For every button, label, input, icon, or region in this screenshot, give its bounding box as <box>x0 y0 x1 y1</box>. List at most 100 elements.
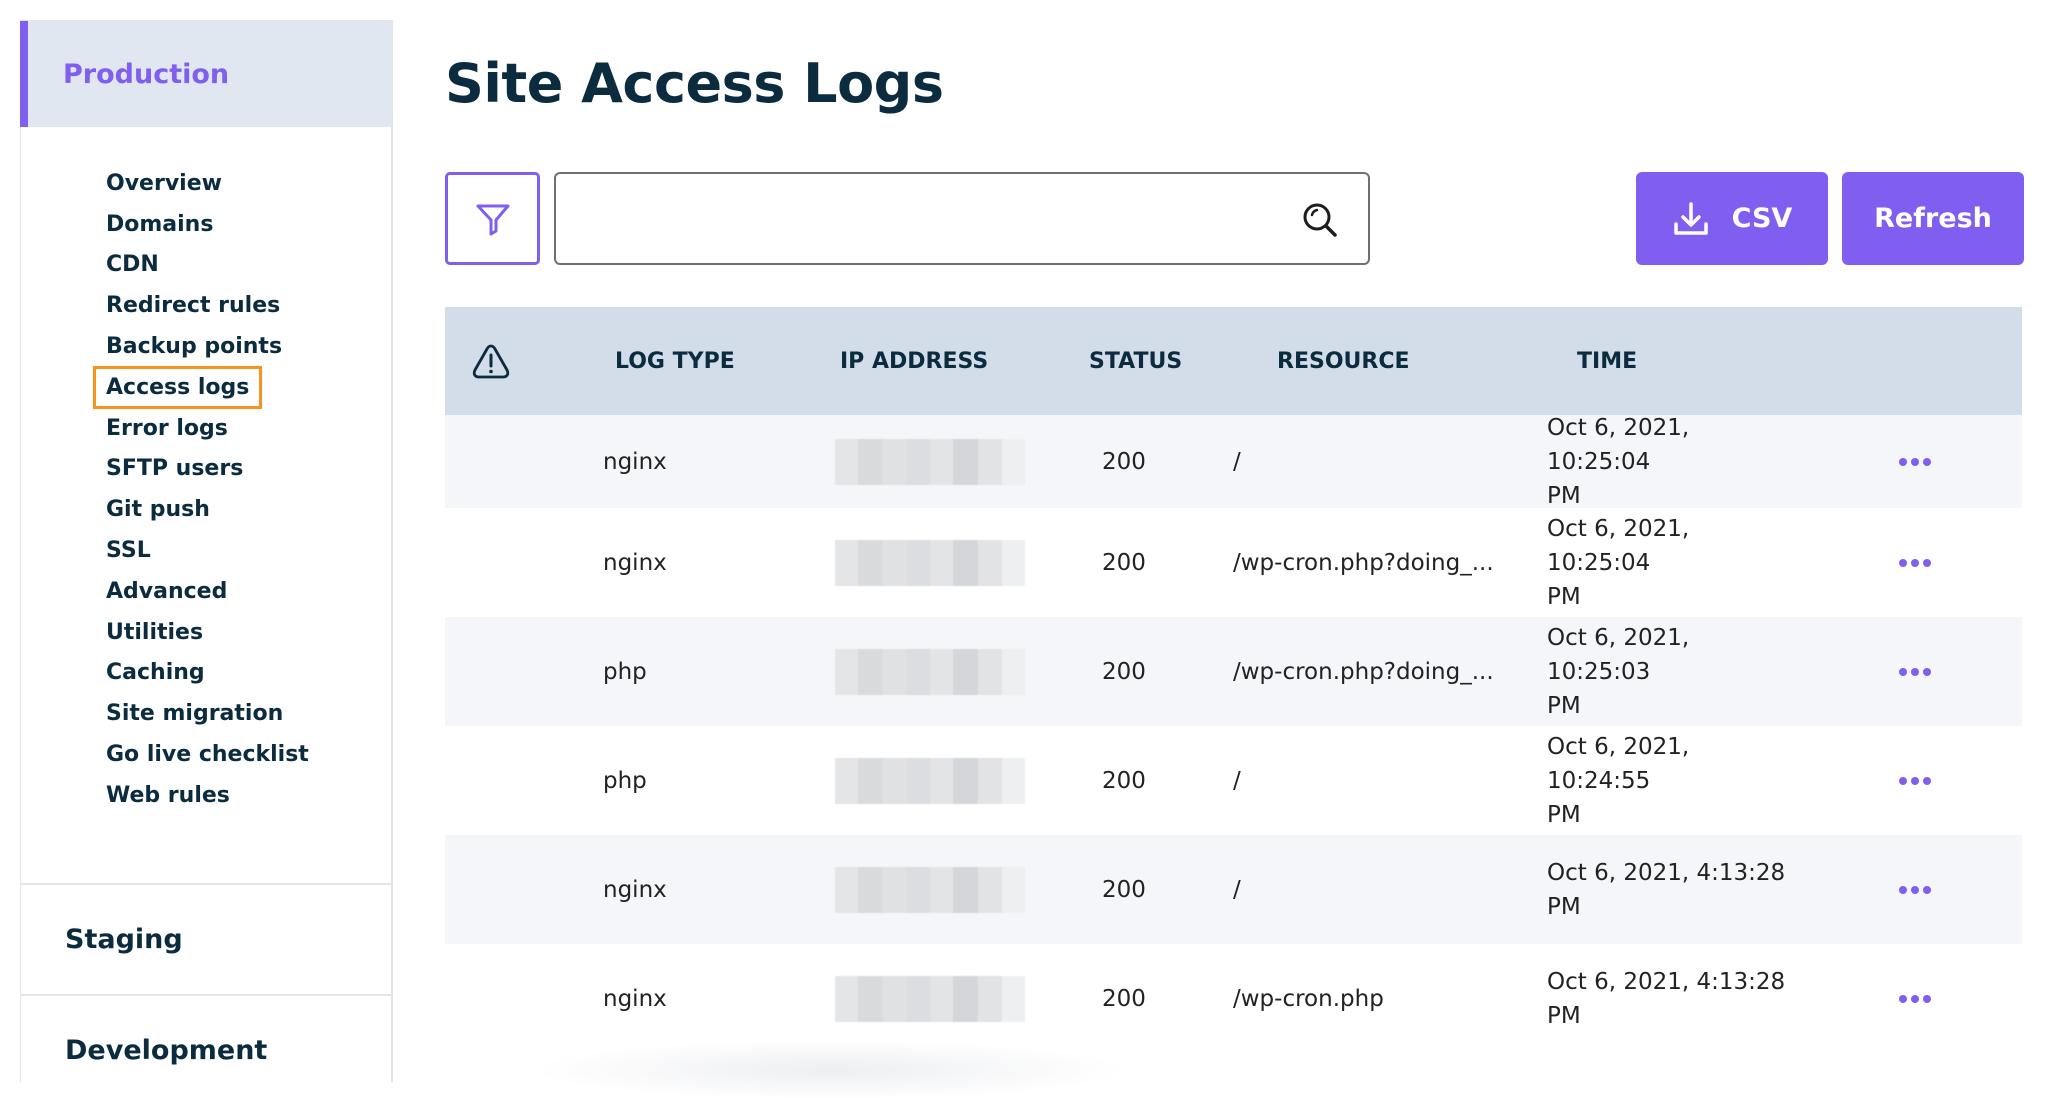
sidebar-item-redirect-rules[interactable]: Redirect rules <box>21 285 391 326</box>
time-line: PM <box>1547 801 1581 828</box>
refresh-label: Refresh <box>1874 203 1992 234</box>
table-row[interactable]: nginx 200 /wp-cron.php Oct 6, 2021, 4:13… <box>445 944 2022 1053</box>
sidebar-item-caching[interactable]: Caching <box>21 653 391 694</box>
sidebar-item-ssl[interactable]: SSL <box>21 530 391 571</box>
ip-address-redacted <box>835 539 1025 586</box>
ip-address-redacted <box>835 975 1025 1022</box>
log-type-cell: nginx <box>603 448 667 475</box>
sidebar-item-web-rules[interactable]: Web rules <box>21 775 391 816</box>
ip-address-redacted <box>835 648 1025 695</box>
search-input[interactable] <box>574 174 1278 265</box>
sidebar-item-domains[interactable]: Domains <box>21 204 391 245</box>
ip-address-cell <box>835 508 1025 617</box>
filter-icon <box>476 204 509 235</box>
sidebar-item-label[interactable]: Utilities <box>99 617 210 648</box>
status-cell: 200 <box>1102 876 1146 903</box>
more-horizontal-icon[interactable] <box>1893 662 1937 682</box>
status-cell: 200 <box>1102 658 1146 685</box>
resource-cell: / <box>1233 767 1241 794</box>
status-cell: 200 <box>1102 767 1146 794</box>
sidebar-item-advanced[interactable]: Advanced <box>21 571 391 612</box>
environment-production[interactable]: Production <box>20 21 391 127</box>
sidebar-item-access-logs[interactable]: Access logs <box>21 365 391 409</box>
sidebar-item-label[interactable]: Git push <box>99 494 217 525</box>
column-header-ip-address[interactable]: IP ADDRESS <box>840 307 988 415</box>
sidebar-item-label[interactable]: Advanced <box>99 576 234 607</box>
search-field[interactable] <box>554 172 1370 265</box>
sidebar-item-label[interactable]: Web rules <box>99 780 237 811</box>
ip-address-cell <box>835 617 1025 726</box>
row-actions-cell <box>1893 617 1937 726</box>
access-logs-table: LOG TYPE IP ADDRESS STATUS RESOURCE TIME… <box>445 307 2022 1053</box>
sidebar-item-label[interactable]: Caching <box>99 657 212 688</box>
table-row[interactable]: nginx 200 / Oct 6, 2021, 4:13:28 PM <box>445 835 2022 944</box>
more-horizontal-icon[interactable] <box>1893 553 1937 573</box>
ip-address-redacted <box>835 438 1025 485</box>
sidebar-item-overview[interactable]: Overview <box>21 163 391 204</box>
search-icon[interactable] <box>1300 200 1340 240</box>
csv-download-button[interactable]: CSV <box>1636 172 1828 265</box>
sidebar-item-site-migration[interactable]: Site migration <box>21 693 391 734</box>
log-type-cell: nginx <box>603 985 667 1012</box>
sidebar-item-label[interactable]: Go live checklist <box>99 739 316 770</box>
table-row[interactable]: nginx 200 / Oct 6, 2021, 10:25:04 PM <box>445 415 2022 509</box>
row-actions-cell <box>1893 415 1937 508</box>
column-header-severity[interactable] <box>471 307 511 415</box>
sidebar-item-label[interactable]: Error logs <box>99 413 235 444</box>
ip-address-cell <box>835 415 1025 508</box>
sidebar-item-backup-points[interactable]: Backup points <box>21 326 391 367</box>
sidebar-item-go-live-checklist[interactable]: Go live checklist <box>21 734 391 775</box>
refresh-button[interactable]: Refresh <box>1842 172 2024 265</box>
time-line: PM <box>1547 692 1581 719</box>
more-horizontal-icon[interactable] <box>1893 771 1937 791</box>
table-row[interactable]: php 200 /wp-cron.php?doing_... Oct 6, 20… <box>445 617 2022 726</box>
download-icon <box>1673 201 1708 235</box>
resource-cell: /wp-cron.php?doing_... <box>1233 658 1494 685</box>
sidebar-item-error-logs[interactable]: Error logs <box>21 408 391 449</box>
sidebar-nav: Overview Domains CDN Redirect rules Back… <box>21 127 391 816</box>
ip-address-redacted <box>835 757 1025 804</box>
sidebar-item-label[interactable]: Site migration <box>99 698 290 729</box>
time-line: Oct 6, 2021, 10:24:55 <box>1547 733 1690 794</box>
time-line: Oct 6, 2021, 4:13:28 PM <box>1547 968 1786 1029</box>
row-actions-cell <box>1893 835 1937 944</box>
column-header-log-type[interactable]: LOG TYPE <box>615 307 735 415</box>
sidebar-item-sftp-users[interactable]: SFTP users <box>21 449 391 490</box>
sidebar-item-git-push[interactable]: Git push <box>21 489 391 530</box>
table-row[interactable]: nginx 200 /wp-cron.php?doing_... Oct 6, … <box>445 508 2022 617</box>
environment-development[interactable]: Development <box>21 994 391 1104</box>
status-cell: 200 <box>1102 448 1146 475</box>
sidebar-item-cdn[interactable]: CDN <box>21 245 391 286</box>
log-type-cell: php <box>603 658 647 685</box>
sidebar-item-label[interactable]: Backup points <box>99 331 289 362</box>
sidebar-item-label[interactable]: SFTP users <box>99 453 250 484</box>
ip-address-cell <box>835 835 1025 944</box>
more-horizontal-icon[interactable] <box>1893 452 1937 472</box>
status-cell: 200 <box>1102 985 1146 1012</box>
environment-staging[interactable]: Staging <box>21 883 391 993</box>
row-actions-cell <box>1893 726 1937 835</box>
csv-label: CSV <box>1731 203 1793 234</box>
time-cell: Oct 6, 2021, 4:13:28 PM <box>1547 835 1797 944</box>
column-header-status[interactable]: STATUS <box>1089 307 1182 415</box>
column-header-resource[interactable]: RESOURCE <box>1277 307 1410 415</box>
more-horizontal-icon[interactable] <box>1893 989 1937 1009</box>
time-cell: Oct 6, 2021, 10:25:03 PM <box>1547 617 1797 726</box>
sidebar-item-label[interactable]: SSL <box>99 535 158 566</box>
sidebar-item-label[interactable]: Redirect rules <box>99 290 287 321</box>
sidebar-item-label[interactable]: Overview <box>99 168 229 199</box>
sidebar-item-label[interactable]: Domains <box>99 209 220 240</box>
time-line: Oct 6, 2021, 10:25:04 <box>1547 515 1690 576</box>
sidebar-item-utilities[interactable]: Utilities <box>21 612 391 653</box>
more-horizontal-icon[interactable] <box>1893 880 1937 900</box>
table-row[interactable]: php 200 / Oct 6, 2021, 10:24:55 PM <box>445 726 2022 835</box>
row-actions-cell <box>1893 508 1937 617</box>
column-header-time[interactable]: TIME <box>1577 307 1637 415</box>
time-line: Oct 6, 2021, 4:13:28 PM <box>1547 859 1786 920</box>
sidebar-item-label[interactable]: Access logs <box>92 365 263 409</box>
sidebar-item-label[interactable]: CDN <box>99 249 166 280</box>
time-cell: Oct 6, 2021, 10:25:04 PM <box>1547 508 1797 617</box>
filter-button[interactable] <box>445 172 540 265</box>
table-header: LOG TYPE IP ADDRESS STATUS RESOURCE TIME <box>445 307 2022 415</box>
time-cell: Oct 6, 2021, 10:24:55 PM <box>1547 726 1797 835</box>
